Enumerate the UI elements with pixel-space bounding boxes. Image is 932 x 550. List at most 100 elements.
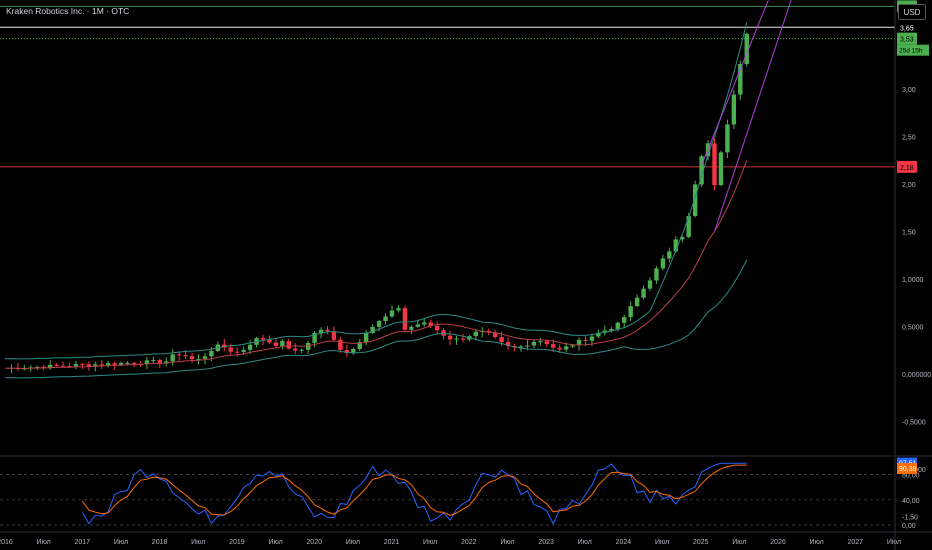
time-tick-label: 2020 <box>306 539 322 546</box>
time-axis[interactable]: 2016 Июл 2017 Июл 2018 Июл 2019 Июл 2020 Июл 2021 И… <box>0 531 932 546</box>
candle-body <box>396 308 401 311</box>
time-tick-label: 2026 <box>770 539 786 546</box>
level-label: 3,65 <box>900 25 914 32</box>
candle-body <box>570 345 575 347</box>
candle-body <box>131 362 137 364</box>
price-tick-label: 1,0000 <box>902 277 924 284</box>
time-tick-label: Июл <box>810 539 824 546</box>
candle-body <box>402 308 408 330</box>
time-tick-label: Июл <box>37 539 51 546</box>
candle-body <box>299 349 304 351</box>
time-tick-label: 2022 <box>461 539 477 546</box>
candle-body <box>325 329 330 332</box>
candle-body <box>241 349 246 352</box>
candle-body <box>725 124 730 153</box>
candle-body <box>667 251 672 259</box>
time-tick-label: 2027 <box>848 539 864 546</box>
candle-body <box>422 322 427 325</box>
candle-body <box>712 143 717 186</box>
time-tick-label: Июл <box>423 539 437 546</box>
time-tick-label: Июл <box>655 539 669 546</box>
candle-body <box>54 364 59 366</box>
osc-tick-label: 40,00 <box>902 498 920 505</box>
osc-tick-label: 0,00 <box>902 523 916 530</box>
candle-body <box>531 341 537 346</box>
price-tick-label: 2,00 <box>902 182 916 189</box>
candle-body <box>202 356 208 359</box>
candle-body <box>718 152 724 186</box>
price-tick-label: 2,50 <box>902 135 916 142</box>
candle-body <box>209 350 214 357</box>
candle-body <box>99 364 104 366</box>
candle-body <box>364 332 369 343</box>
time-tick-label: 2024 <box>616 539 632 546</box>
candle-body <box>615 322 620 330</box>
time-tick-label: Июл <box>500 539 514 546</box>
price-tick-label: 0,5000 <box>902 325 924 332</box>
candle-body <box>525 345 530 347</box>
candle-body <box>260 338 266 340</box>
candle-body <box>118 362 124 365</box>
stochastic-pane[interactable] <box>0 462 895 526</box>
candle-body <box>692 184 698 217</box>
candle-body <box>460 338 466 340</box>
candle-body <box>170 354 175 362</box>
level-label: 3,53 <box>900 37 914 44</box>
candle-body <box>376 321 382 327</box>
stochastic-d-line <box>81 464 747 516</box>
candle-body <box>441 330 446 336</box>
price-tick-label: -1,50 <box>902 515 918 522</box>
candle-body <box>106 363 111 366</box>
candle-body <box>189 356 195 360</box>
countdown-label: 25d 15h <box>899 48 923 55</box>
price-pane-bg <box>0 0 895 456</box>
time-tick-label: 2019 <box>229 539 245 546</box>
candle-body <box>80 364 85 366</box>
candle-body <box>112 363 117 365</box>
candle-body <box>660 258 666 269</box>
candle-body <box>176 354 182 356</box>
candle-body <box>60 365 66 367</box>
currency-button[interactable]: USD <box>898 4 926 20</box>
candle-body <box>183 355 188 357</box>
time-tick-label: Июл <box>114 539 128 546</box>
candle-body <box>247 344 253 350</box>
candle-body <box>415 324 420 327</box>
candle-body <box>293 348 298 351</box>
level-label: 2,18 <box>900 165 914 172</box>
candle-body <box>157 359 162 363</box>
candle-body <box>518 346 524 348</box>
price-axis[interactable]: 7,006,005,505,004,504,003,503,002,502,00… <box>894 0 931 550</box>
candle-body <box>389 310 395 317</box>
candle-body <box>686 216 691 238</box>
candle-body <box>331 331 337 340</box>
time-tick-label: Июл <box>346 539 360 546</box>
candle-body <box>544 341 549 345</box>
candle-body <box>583 339 588 341</box>
time-tick-label: Июл <box>578 539 592 546</box>
candle-body <box>454 338 459 340</box>
time-tick-label: 2017 <box>75 539 91 546</box>
time-tick-label: 2023 <box>538 539 554 546</box>
price-tick-label: 0,000000 <box>902 372 931 379</box>
price-pane[interactable] <box>0 0 932 457</box>
candle-body <box>434 325 440 331</box>
chart-canvas[interactable]: 7,006,005,505,004,504,003,503,002,502,00… <box>0 0 932 550</box>
price-tick-label: 3,00 <box>902 87 916 94</box>
candle-body <box>280 341 285 346</box>
candle-body <box>228 347 233 352</box>
candle-body <box>409 326 414 330</box>
candle-body <box>73 364 79 367</box>
candle-body <box>634 297 640 307</box>
candle-body <box>235 351 240 353</box>
candle-body <box>557 347 562 350</box>
candle-body <box>447 335 453 340</box>
time-tick-label: 2025 <box>693 539 709 546</box>
time-tick-label: Июл <box>268 539 282 546</box>
candle-body <box>499 337 504 343</box>
time-tick-label: 2018 <box>152 539 168 546</box>
time-tick-label: Июл <box>191 539 205 546</box>
candle-body <box>589 336 595 341</box>
candle-body <box>647 280 653 289</box>
candle-body <box>641 288 646 298</box>
